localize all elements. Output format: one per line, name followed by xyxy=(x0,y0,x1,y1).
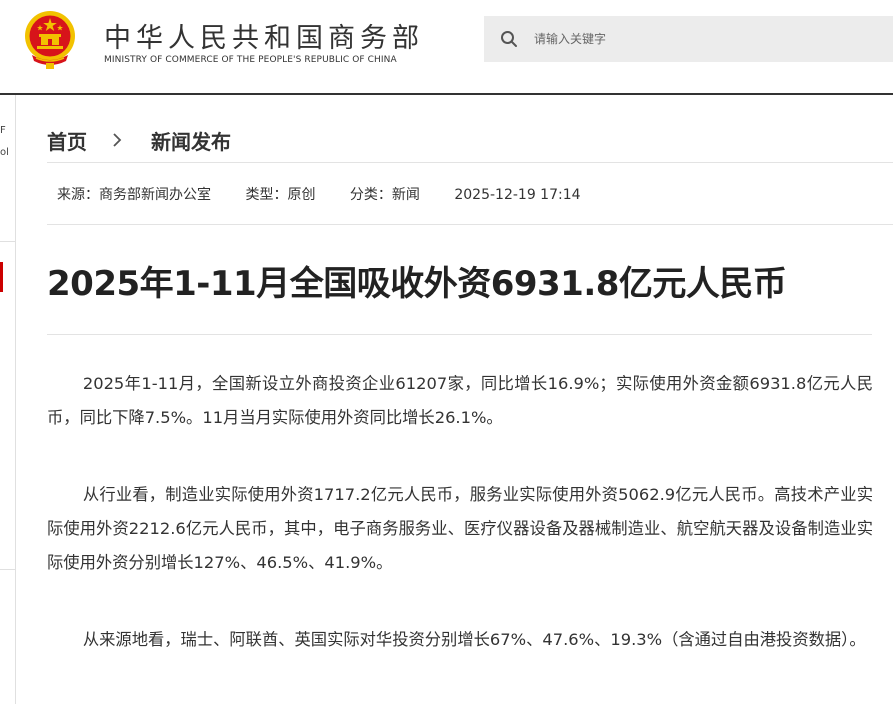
meta-category: 分类：新闻 xyxy=(349,187,420,203)
meta-source: 来源：商务部新闻办公室 xyxy=(57,187,211,203)
national-emblem-icon[interactable] xyxy=(22,9,78,71)
sidebar-text-fragment[interactable]: ol xyxy=(0,147,9,158)
search-icon[interactable] xyxy=(500,30,518,48)
article-meta: 来源：商务部新闻办公室 类型：原创 分类：新闻 2025-12-19 17:14 xyxy=(57,184,611,204)
site-name-cn[interactable]: 中华人民共和国商务部 xyxy=(104,16,424,55)
sidebar-active-marker xyxy=(0,262,3,292)
left-sidebar: F ol xyxy=(0,95,16,704)
divider xyxy=(47,334,872,335)
sidebar-text-fragment[interactable]: F xyxy=(0,125,6,136)
article-paragraph: 从行业看，制造业实际使用外资1717.2亿元人民币，服务业实际使用外资5062.… xyxy=(47,485,873,572)
divider xyxy=(47,162,893,163)
search-input[interactable] xyxy=(534,27,874,51)
divider xyxy=(47,224,893,225)
search-bar[interactable] xyxy=(484,16,893,62)
breadcrumb-news-link[interactable]: 新闻发布 xyxy=(151,126,231,155)
article-body: 2025年1-11月，全国新设立外商投资企业61207家，同比增长16.9%；实… xyxy=(47,367,873,700)
sidebar-divider xyxy=(0,569,15,570)
meta-type: 类型：原创 xyxy=(245,187,316,203)
site-name-en: MINISTRY OF COMMERCE OF THE PEOPLE'S REP… xyxy=(104,55,397,65)
chevron-right-icon xyxy=(113,133,122,147)
article-paragraph: 从来源地看，瑞士、阿联酋、英国实际对华投资分别增长67%、47.6%、19.3%… xyxy=(82,630,866,649)
site-header: 中华人民共和国商务部 MINISTRY OF COMMERCE OF THE P… xyxy=(0,0,893,95)
breadcrumb: 首页 新闻发布 xyxy=(47,126,231,154)
sidebar-divider xyxy=(0,241,15,242)
breadcrumb-home-link[interactable]: 首页 xyxy=(47,126,87,155)
article-title: 2025年1-11月全国吸收外资6931.8亿元人民币 xyxy=(47,264,787,304)
meta-datetime: 2025-12-19 17:14 xyxy=(454,187,581,203)
article-paragraph: 2025年1-11月，全国新设立外商投资企业61207家，同比增长16.9%；实… xyxy=(47,374,873,427)
